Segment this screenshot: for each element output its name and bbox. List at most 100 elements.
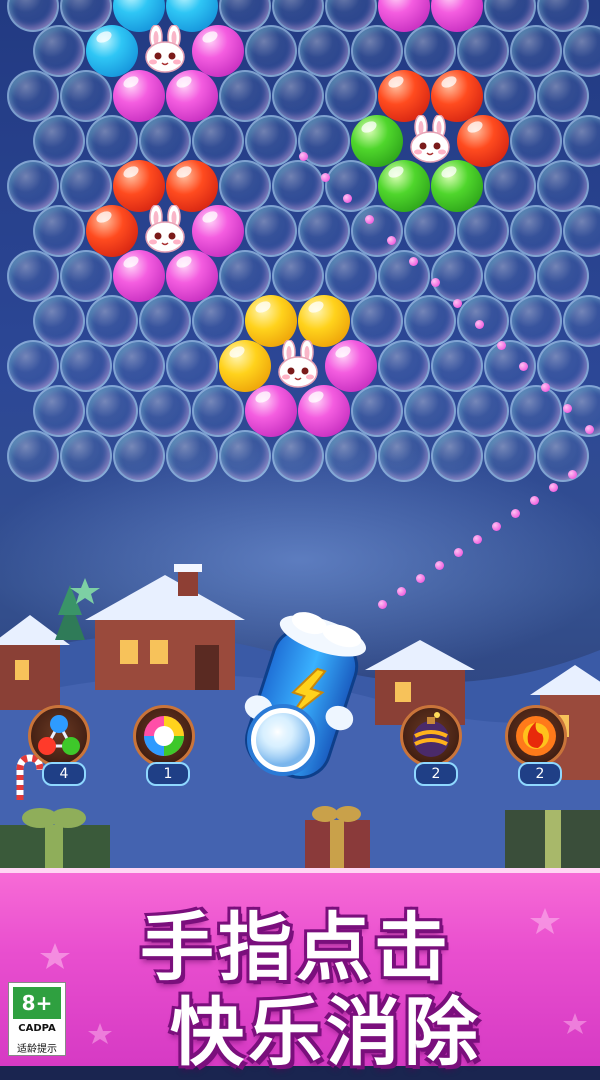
aim-dot [365, 215, 374, 224]
bubble-clear [60, 340, 112, 392]
bubble-clear [113, 430, 165, 482]
bubble-clear [60, 250, 112, 302]
bubble-clear [537, 70, 589, 122]
age-rating-note: 适龄提示 [17, 1044, 57, 1055]
fireball-icon [516, 716, 556, 756]
aim-dot [454, 548, 463, 557]
bubble-clear [457, 385, 509, 437]
bubble-clear [298, 25, 350, 77]
bubble-green [431, 160, 483, 212]
aim-dot [343, 194, 352, 203]
bubble-clear [7, 250, 59, 302]
bubble-clear [192, 385, 244, 437]
aim-dot [473, 535, 482, 544]
bubble-clear [431, 430, 483, 482]
aim-dot [530, 496, 539, 505]
gift-box-right [305, 806, 370, 868]
bubble-clear [219, 430, 271, 482]
bubble-clear [33, 295, 85, 347]
booster-rainbow[interactable] [133, 705, 195, 767]
bubble-clear [245, 115, 297, 167]
bubble-clear [325, 70, 377, 122]
bubble-clear [245, 25, 297, 77]
bubble-clear [510, 115, 562, 167]
aim-dot [378, 600, 387, 609]
bubble-clear [7, 160, 59, 212]
bubble-clear [431, 340, 483, 392]
bubble-yellow [219, 340, 271, 392]
aim-dot [453, 299, 462, 308]
bunny-icon [272, 339, 324, 392]
bubble-cyan [86, 25, 138, 77]
bubble-clear [510, 295, 562, 347]
bubble-clear [86, 115, 138, 167]
bubble-clear [33, 25, 85, 77]
star-icon [40, 943, 70, 969]
bubble-clear [219, 160, 271, 212]
bubble-clear [484, 250, 536, 302]
bubble-clear [192, 295, 244, 347]
aim-dot [497, 341, 506, 350]
bubble-clear [86, 385, 138, 437]
bubble-magenta [192, 205, 244, 257]
bomb-icon [413, 712, 449, 757]
bubble-clear [166, 340, 218, 392]
aim-dot [409, 257, 418, 266]
star-icon [88, 1023, 112, 1044]
bubble-clear [537, 430, 589, 482]
bubble-clear [7, 70, 59, 122]
bubble-clear [7, 340, 59, 392]
aim-dot [299, 152, 308, 161]
bubble-clear [219, 250, 271, 302]
age-rating-org: CADPA [18, 1023, 56, 1034]
bubble-clear [139, 115, 191, 167]
bubble-clear [484, 340, 536, 392]
bubble-clear [457, 25, 509, 77]
aim-dot [549, 483, 558, 492]
bubble-clear [33, 385, 85, 437]
bubble-clear [484, 160, 536, 212]
bubble-clear [484, 430, 536, 482]
booster-fireball-count: 2 [518, 762, 562, 786]
bubble-clear [113, 340, 165, 392]
bubble-clear [325, 430, 377, 482]
booster-three-color[interactable] [28, 705, 90, 767]
bunny-icon [404, 114, 456, 167]
aim-dot [563, 404, 572, 413]
bubble-clear [298, 205, 350, 257]
aim-dot [435, 561, 444, 570]
bubble-green [351, 115, 403, 167]
bubble-clear [404, 385, 456, 437]
bubble-clear [192, 115, 244, 167]
bubble-clear [60, 430, 112, 482]
rainbow-ball-icon [144, 716, 184, 756]
bubble-magenta [166, 250, 218, 302]
bubble-clear [245, 205, 297, 257]
bubble-clear [484, 70, 536, 122]
aim-dot [511, 509, 520, 518]
booster-fireball[interactable] [505, 705, 567, 767]
bubble-clear [404, 205, 456, 257]
aim-dot [568, 470, 577, 479]
bubble-clear [404, 295, 456, 347]
lightning-cannon-icon[interactable] [225, 610, 375, 790]
age-rating-badge: 8+ CADPA 适龄提示 [8, 982, 66, 1056]
aim-dot [387, 236, 396, 245]
bubble-clear [325, 160, 377, 212]
booster-bomb[interactable] [400, 705, 462, 767]
bubble-magenta [113, 70, 165, 122]
bubble-clear [378, 250, 430, 302]
bubble-green [378, 160, 430, 212]
bubble-clear [139, 385, 191, 437]
bubble-clear [272, 70, 324, 122]
star-icon [530, 908, 560, 934]
bubble-clear [219, 70, 271, 122]
bubble-red [86, 205, 138, 257]
bubble-clear [404, 25, 456, 77]
bubble-magenta [113, 250, 165, 302]
bubble-clear [378, 340, 430, 392]
bubble-clear [351, 385, 403, 437]
aim-dot [431, 278, 440, 287]
booster-rainbow-count: 1 [146, 762, 190, 786]
aim-dot [416, 574, 425, 583]
